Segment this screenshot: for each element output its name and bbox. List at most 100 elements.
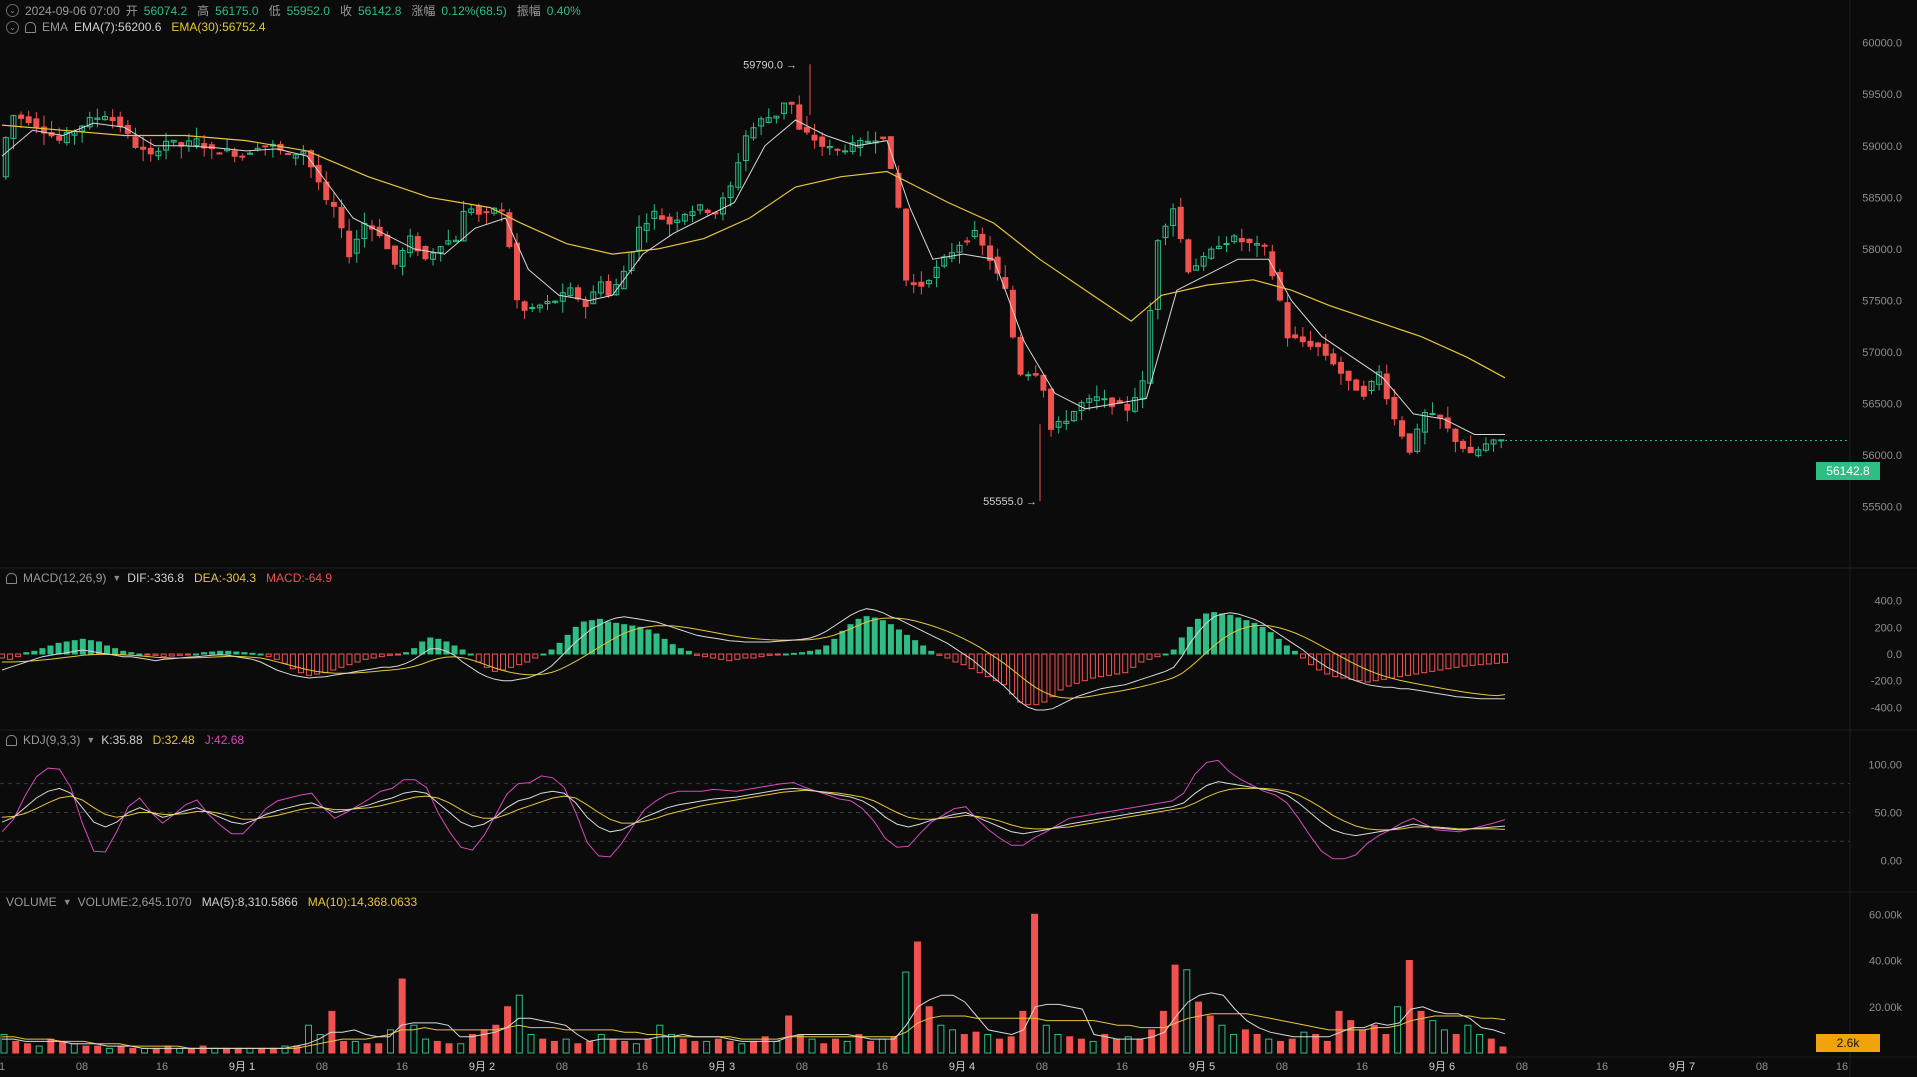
candle xyxy=(842,144,849,155)
bell-icon[interactable] xyxy=(6,572,17,584)
x-axis-tick: 16 xyxy=(156,1061,168,1073)
volume-bar xyxy=(351,1040,359,1054)
macd-bar xyxy=(936,653,943,656)
kdj-name[interactable]: KDJ(9,3,3) xyxy=(23,733,80,747)
bell-icon[interactable] xyxy=(6,734,17,746)
macd-bar xyxy=(411,648,418,655)
candle xyxy=(597,275,604,297)
chevron-down-icon[interactable]: ▼ xyxy=(63,897,72,907)
x-axis-tick: 16 xyxy=(1596,1061,1608,1073)
candle xyxy=(1032,365,1039,378)
candle xyxy=(1368,380,1375,395)
volume-bar xyxy=(1218,1024,1226,1054)
macd-dif: DIF:-336.8 xyxy=(127,571,184,585)
macd-bar xyxy=(887,624,894,655)
candle xyxy=(796,95,803,131)
candle xyxy=(1406,433,1413,455)
macd-bar xyxy=(338,653,345,668)
volume-bar xyxy=(1171,964,1179,1054)
macd-bar xyxy=(685,650,692,655)
chevron-down-icon[interactable]: ▼ xyxy=(112,573,121,583)
volume-bar xyxy=(246,1047,254,1054)
candle-body xyxy=(1185,239,1192,273)
chart-canvas[interactable]: 60000.0 59500.0 59000.0 58500.0 58000.0 57500… xyxy=(0,0,1917,1077)
candle xyxy=(224,138,231,153)
macd-bar xyxy=(1146,653,1153,660)
macd-name[interactable]: MACD(12,26,9) xyxy=(23,571,106,585)
x-axis-tick: 1 xyxy=(0,1061,5,1073)
volume-bar xyxy=(141,1047,149,1054)
candle xyxy=(285,152,292,156)
candle-body xyxy=(330,202,337,207)
macd-bar xyxy=(904,634,911,655)
candle xyxy=(1223,236,1230,253)
macd-bar xyxy=(1081,653,1088,682)
x-axis-tick: 08 xyxy=(1516,1061,1528,1073)
macd-histogram xyxy=(0,612,1508,706)
bell-icon[interactable] xyxy=(25,21,36,33)
macd-bar xyxy=(15,653,22,658)
candle-body xyxy=(33,118,40,128)
macd-bar xyxy=(1122,653,1129,674)
ema-name[interactable]: EMA xyxy=(42,20,68,34)
volume-bar xyxy=(808,1038,816,1054)
candle-body xyxy=(1315,342,1322,348)
macd-bar xyxy=(184,653,191,656)
candle xyxy=(1162,223,1169,246)
x-axis-tick: 08 xyxy=(76,1061,88,1073)
volume-bar xyxy=(1113,1038,1121,1054)
macd-bar xyxy=(912,640,919,655)
chevron-down-icon[interactable]: ▼ xyxy=(86,735,95,745)
macd-bar xyxy=(693,653,700,656)
macd-bar xyxy=(1041,653,1048,703)
macd-bar xyxy=(120,650,127,655)
volume-bar xyxy=(375,1043,383,1054)
candle-body xyxy=(1345,370,1352,381)
volume-bar xyxy=(1042,1024,1050,1054)
candle xyxy=(1460,438,1467,453)
macd-bar xyxy=(1477,653,1484,666)
volume-bar xyxy=(1347,1020,1355,1054)
current-volume-tag: 2.6k xyxy=(1816,1034,1880,1052)
macd-bar xyxy=(637,626,644,655)
volume-ma10: MA(10):14,368.0633 xyxy=(307,895,418,909)
volume-bar xyxy=(586,1040,594,1054)
x-axis-tick: 16 xyxy=(636,1061,648,1073)
macd-bar xyxy=(55,642,62,655)
candle xyxy=(1299,327,1306,347)
macd-bar xyxy=(556,642,563,655)
candle-body xyxy=(1238,238,1245,243)
volume-bar xyxy=(550,1040,558,1054)
macd-axis-tick: -200.0 xyxy=(1871,676,1902,688)
macd-bar xyxy=(386,653,393,656)
macd-bar xyxy=(1194,618,1201,655)
candle xyxy=(529,303,536,313)
macd-bar xyxy=(976,653,983,674)
kdj-k: K:35.88 xyxy=(101,733,143,747)
macd-bar xyxy=(895,629,902,655)
volume-bar xyxy=(422,1038,430,1054)
volume-header: VOLUME ▼ VOLUME:2,645.1070 MA(5):8,310.5… xyxy=(6,895,421,909)
candle-body xyxy=(1048,388,1055,430)
candle xyxy=(1177,197,1184,243)
candle xyxy=(903,208,910,287)
macd-bar xyxy=(459,649,466,655)
candle xyxy=(788,101,795,114)
macd-bar xyxy=(168,653,175,657)
collapse-icon[interactable]: ⌄ xyxy=(6,4,19,17)
volume-name[interactable]: VOLUME xyxy=(6,895,57,909)
candle xyxy=(1307,330,1314,350)
macd-bar xyxy=(1413,653,1420,675)
volume-bar xyxy=(398,978,406,1054)
candle-body xyxy=(1460,440,1467,449)
candle xyxy=(781,102,788,120)
candle-body xyxy=(147,147,154,155)
macd-bar xyxy=(241,652,248,655)
candle-body xyxy=(1299,336,1306,343)
candle xyxy=(948,242,955,263)
macd-bar xyxy=(1162,653,1169,656)
collapse-icon[interactable]: ⌄ xyxy=(6,20,19,34)
volume-bar xyxy=(1464,1024,1472,1054)
candle-body xyxy=(414,236,421,252)
volume-bar xyxy=(972,1031,980,1054)
